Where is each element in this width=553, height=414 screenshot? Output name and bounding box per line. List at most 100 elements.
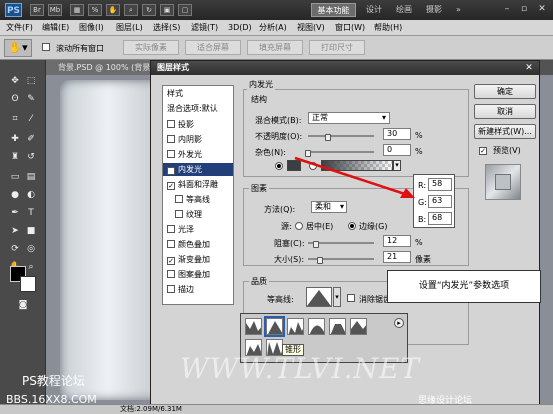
style-item[interactable]: 等高线 [163,193,233,206]
style-item[interactable]: ✓ 渐变叠加 [163,253,233,266]
source-edge-radio[interactable] [348,222,356,230]
style-checkbox[interactable] [167,135,175,143]
zoom-level-icon[interactable]: % [88,4,102,16]
contour-thumbnail[interactable] [308,318,325,335]
style-item[interactable]: 颜色叠加 [163,238,233,251]
quick-mask-icon[interactable]: ◙ [16,298,30,312]
style-checkbox[interactable] [167,285,175,293]
blur-tool-icon[interactable]: ● [8,188,22,202]
menu-window[interactable]: 窗口(W) [335,22,365,34]
move-tool-icon[interactable]: ✥ [8,74,22,88]
workspace-more-button[interactable]: » [456,3,461,17]
style-item[interactable]: 描边 [163,283,233,296]
workspace-painting-tab[interactable]: 绘画 [396,3,412,17]
workspace-essentials-button[interactable]: 基本功能 [311,3,356,17]
new-style-button[interactable]: 新建样式(W)... [474,124,536,139]
style-item[interactable]: 投影 [163,118,233,131]
opacity-slider-track[interactable] [308,135,374,137]
fill-screen-button[interactable]: 填充屏幕 [247,40,303,55]
3d-camera-icon[interactable]: ◎ [24,242,38,256]
menu-analysis[interactable]: 分析(A) [259,22,287,34]
marquee-tool-icon[interactable]: ⬚ [24,74,38,88]
close-icon[interactable]: ✕ [535,3,549,16]
style-item[interactable]: 纹理 [163,208,233,221]
healing-brush-icon[interactable]: ✚ [8,132,22,146]
dialog-title-bar[interactable]: 图层样式 [151,61,539,75]
fit-screen-button[interactable]: 适合屏幕 [185,40,241,55]
style-item[interactable]: 光泽 [163,223,233,236]
scroll-all-checkbox[interactable] [42,43,53,52]
style-checkbox[interactable] [167,150,175,158]
guides-icon[interactable]: ▦ [70,4,84,16]
cancel-button[interactable]: 取消 [474,104,536,119]
menu-edit[interactable]: 编辑(E) [42,22,69,34]
screen-mode-icon[interactable]: ▢ [178,4,192,16]
style-item[interactable]: 内阴影 [163,133,233,146]
hand-tool-preset-icon[interactable]: ✋▾ [4,39,32,57]
antialias-checkbox[interactable] [347,294,355,303]
style-checkbox[interactable] [167,120,175,128]
zoom-tool-icon[interactable]: ⌕ [24,260,38,274]
menu-view[interactable]: 视图(V) [297,22,325,34]
choke-input[interactable]: 12 [383,235,411,247]
menu-filter[interactable]: 滤镜(T) [191,22,218,34]
menu-layer[interactable]: 图层(L) [116,22,143,34]
contour-dropdown-icon[interactable]: ▾ [333,287,341,307]
bridge-icon[interactable]: Br [30,4,44,16]
style-item[interactable]: 外发光 [163,148,233,161]
style-checkbox[interactable] [167,270,175,278]
minimize-icon[interactable]: – [500,3,514,16]
menu-select[interactable]: 选择(S) [153,22,180,34]
opacity-slider-knob[interactable] [324,134,331,141]
style-checkbox[interactable]: ✓ [167,257,175,265]
choke-slider-knob[interactable] [312,241,319,248]
brush-tool-icon[interactable]: ✐ [24,132,38,146]
type-tool-icon[interactable]: T [24,206,38,220]
blend-mode-select[interactable]: 正常 ▾ [308,112,390,124]
print-size-button[interactable]: 打印尺寸 [309,40,365,55]
workspace-photography-tab[interactable]: 摄影 [426,3,442,17]
menu-3d[interactable]: 3D(D) [228,22,252,34]
hand-icon[interactable]: ✋ [106,4,120,16]
style-checkbox[interactable]: ✓ [167,182,175,190]
minibridge-icon[interactable]: Mb [48,4,62,16]
contour-thumbnail[interactable] [329,318,346,335]
blending-options-item[interactable]: 混合选项:默认 [163,102,233,115]
quick-select-tool-icon[interactable]: ✎ [24,92,38,106]
pen-tool-icon[interactable]: ✒ [8,206,22,220]
contour-thumbnail[interactable] [245,318,262,335]
rotate-view-icon[interactable]: ↻ [142,4,156,16]
contour-thumbnail[interactable] [350,318,367,335]
preview-checkbox[interactable]: ✓ [479,145,487,155]
crop-tool-icon[interactable]: ⌗ [8,112,22,126]
lasso-tool-icon[interactable]: ʘ [8,92,22,106]
contour-thumbnail[interactable] [264,316,285,337]
background-color-swatch[interactable] [20,276,36,292]
menu-help[interactable]: 帮助(H) [374,22,402,34]
eraser-tool-icon[interactable]: ▭ [8,170,22,184]
workspace-design-tab[interactable]: 设计 [366,3,382,17]
size-input[interactable]: 21 [383,251,411,263]
actual-pixels-button[interactable]: 实际像素 [123,40,179,55]
menu-image[interactable]: 图像(I) [79,22,104,34]
style-checkbox[interactable]: ✓ [167,167,175,175]
style-checkbox[interactable] [167,240,175,248]
style-checkbox[interactable] [167,225,175,233]
arrange-documents-icon[interactable]: ▣ [160,4,174,16]
3d-rotate-icon[interactable]: ⟳ [8,242,22,256]
style-checkbox[interactable] [175,195,183,203]
picker-menu-icon[interactable]: ▸ [394,318,404,328]
style-checkbox[interactable] [175,210,183,218]
maximize-icon[interactable]: ▫ [517,3,531,16]
opacity-input[interactable]: 30 [383,128,411,140]
styles-header[interactable]: 样式 [163,87,233,100]
path-select-icon[interactable]: ➤ [8,224,22,238]
zoom-icon[interactable]: ⌕ [124,4,138,16]
clone-stamp-icon[interactable]: ♜ [8,150,22,164]
contour-preview[interactable] [306,287,332,307]
size-slider-knob[interactable] [317,257,323,264]
history-brush-icon[interactable]: ↺ [24,150,38,164]
shape-tool-icon[interactable]: ■ [24,224,38,238]
color-radio[interactable] [275,162,283,170]
dialog-close-icon[interactable]: ✕ [523,62,535,74]
